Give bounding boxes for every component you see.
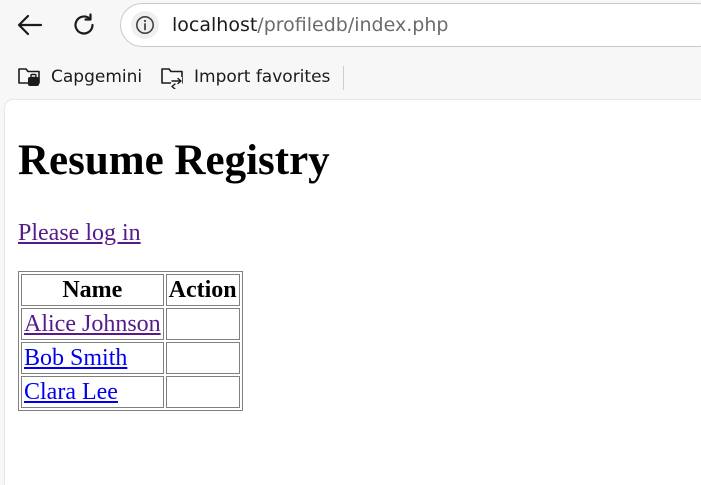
favorites-bar: Capgemini Import favorites: [0, 54, 701, 100]
browser-toolbar: localhost/profiledb/index.php: [0, 0, 701, 54]
profile-link-clara-lee[interactable]: Clara Lee: [24, 379, 118, 405]
reload-button[interactable]: [66, 7, 102, 43]
info-icon: [136, 16, 154, 34]
profiles-table: Name Action Alice Johnson Bob Smith Clar…: [18, 271, 243, 411]
favorites-divider: [343, 66, 344, 90]
table-row: Alice Johnson: [21, 308, 240, 340]
profile-link-alice-johnson[interactable]: Alice Johnson: [24, 311, 161, 337]
reload-icon: [74, 13, 94, 35]
favorite-label: Import favorites: [194, 67, 331, 87]
login-link[interactable]: Please log in: [18, 219, 141, 247]
folder-import-icon: [161, 68, 183, 89]
table-row: Clara Lee: [21, 376, 240, 408]
page-content: Resume Registry Please log in Name Actio…: [5, 100, 701, 485]
url-host: localhost: [172, 14, 258, 36]
folder-icon: [18, 68, 40, 86]
name-cell: Alice Johnson: [21, 308, 164, 340]
name-cell: Clara Lee: [21, 376, 164, 408]
action-cell: [165, 342, 240, 374]
column-header-name: Name: [21, 274, 164, 306]
action-cell: [165, 308, 240, 340]
action-cell: [165, 376, 240, 408]
favorite-import-favorites[interactable]: Import favorites: [160, 64, 330, 90]
name-cell: Bob Smith: [21, 342, 164, 374]
address-bar[interactable]: localhost/profiledb/index.php: [120, 3, 701, 47]
column-header-action: Action: [165, 274, 240, 306]
site-info-button[interactable]: [131, 11, 159, 39]
arrow-left-icon: [17, 14, 43, 36]
table-row: Bob Smith: [21, 342, 240, 374]
favorite-label: Capgemini: [51, 67, 143, 87]
back-button[interactable]: [12, 7, 48, 43]
table-header-row: Name Action: [21, 274, 240, 306]
url-text[interactable]: localhost/profiledb/index.php: [172, 13, 448, 37]
url-path: /profiledb/index.php: [257, 14, 449, 36]
favorite-capgemini[interactable]: Capgemini: [17, 64, 142, 90]
page-title: Resume Registry: [18, 137, 330, 184]
profile-link-bob-smith[interactable]: Bob Smith: [24, 345, 127, 371]
